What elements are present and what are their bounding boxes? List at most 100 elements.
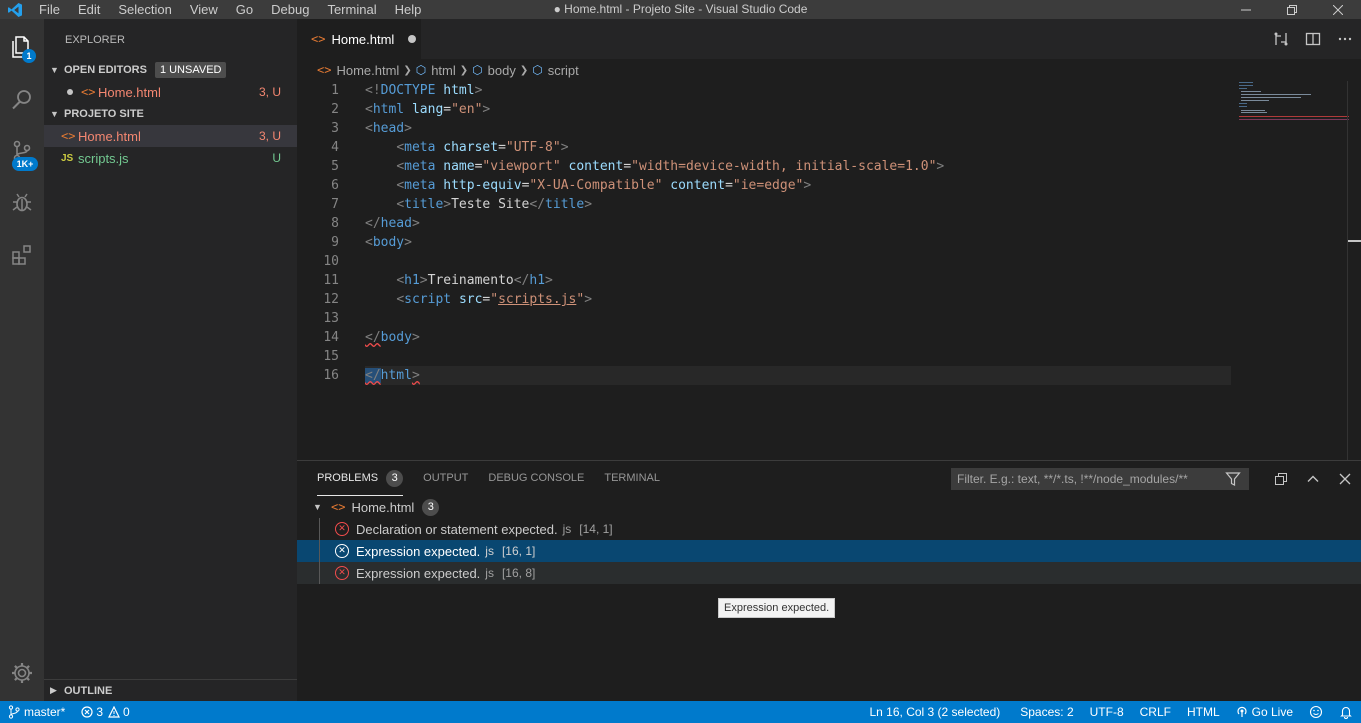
feedback-button[interactable] [1301,701,1331,723]
maximize-panel-button[interactable] [1297,472,1329,486]
language-mode[interactable]: HTML [1179,701,1228,723]
breadcrumb-body[interactable]: body [488,63,516,78]
split-editor-button[interactable] [1297,31,1329,47]
close-window-button[interactable] [1315,0,1361,19]
breadcrumb: <> Home.html ❯ ⬡ html ❯ ⬡ body ❯ ⬡ scrip… [297,59,1361,81]
code-line-14: </body> [365,330,420,345]
cursor-position[interactable]: Ln 16, Col 3 (2 selected) [862,701,1013,723]
editor-scrollbar[interactable] [1347,81,1361,460]
problem-item[interactable]: ✕ Expression expected. js [16, 8] [297,562,1361,584]
error-icon [81,706,93,718]
tab-debug-console[interactable]: DEBUG CONSOLE [488,461,584,496]
collapse-all-button[interactable] [1265,472,1297,486]
unsaved-dot-icon[interactable] [408,35,417,43]
chevron-right-icon: ❯ [403,64,412,76]
line-number: 3 [331,121,339,136]
breadcrumb-file[interactable]: Home.html [336,63,399,78]
debug-icon [12,193,32,212]
menu-terminal[interactable]: Terminal [318,0,385,19]
open-editor-home-html[interactable]: <> Home.html 3, U [44,81,297,103]
go-live-button[interactable]: Go Live [1228,701,1301,723]
file-status: 3, U [258,129,281,143]
eol-status[interactable]: CRLF [1132,701,1179,723]
error-icon: ✕ [335,566,349,580]
line-number: 2 [331,102,339,117]
open-changes-button[interactable] [1265,31,1297,47]
warning-count: 0 [123,705,130,719]
menu-go[interactable]: Go [227,0,262,19]
restore-button[interactable] [1269,0,1315,19]
problems-filter-input[interactable] [951,468,1249,490]
chevron-right-icon: ❯ [459,64,469,76]
branch-status[interactable]: master* [0,701,73,723]
symbol-icon: ⬡ [472,63,483,77]
outline-header[interactable]: ▶ OUTLINE [44,679,297,701]
line-number: 1 [331,83,339,98]
problem-message: Declaration or statement expected. [356,521,558,537]
chevron-up-icon [1307,475,1319,482]
menu-selection[interactable]: Selection [109,0,180,19]
problem-position: [14, 1] [579,522,613,536]
menu-file[interactable]: File [30,0,69,19]
tree-guide [319,562,320,584]
close-panel-button[interactable] [1329,473,1361,485]
menu-edit[interactable]: Edit [69,0,109,19]
problems-file-row[interactable]: ▼ <> Home.html 3 [297,496,1361,518]
scm-badge: 1K+ [12,157,38,171]
more-actions-button[interactable] [1329,31,1361,47]
problem-source: js [485,544,494,558]
code-area[interactable]: 1 2 3 4 5 6 7 8 9 10 11 12 13 14 15 16 <… [297,81,1231,460]
problems-file-count: 3 [422,498,440,516]
minimap[interactable] [1239,81,1349,121]
project-header[interactable]: ▼ PROJETO SITE [44,103,297,125]
tab-home-html[interactable]: <> Home.html [297,19,421,59]
current-line-highlight [365,366,1231,385]
file-home-html[interactable]: <> Home.html 3, U [44,125,297,147]
menu-view[interactable]: View [181,0,227,19]
manage-activity[interactable] [0,651,44,695]
explorer-badge: 1 [22,49,36,63]
smiley-icon [1309,705,1323,719]
menu-help[interactable]: Help [386,0,431,19]
branch-name: master* [24,705,66,719]
unsaved-badge: 1 UNSAVED [154,62,227,78]
problem-position: [16, 8] [501,566,536,580]
indentation-status[interactable]: Spaces: 2 [1012,701,1081,723]
line-number: 15 [323,349,339,364]
notifications-button[interactable] [1331,701,1361,723]
line-number: 12 [323,292,339,307]
line-number: 14 [323,330,339,345]
panel-actions [1265,461,1361,496]
tab-output[interactable]: OUTPUT [423,461,468,496]
breadcrumb-script[interactable]: script [548,63,579,78]
breadcrumb-html[interactable]: html [431,63,456,78]
code-line-12: <script src="scripts.js"> [396,292,593,307]
filter-icon[interactable] [1225,471,1241,487]
html-file-icon: <> [311,32,326,46]
title-bar: File Edit Selection View Go Debug Termin… [0,0,1361,19]
js-file-icon: JS [61,152,74,164]
menu-debug[interactable]: Debug [262,0,318,19]
problem-item-selected[interactable]: ✕ Expression expected. js [16, 1] [297,540,1361,562]
problem-item[interactable]: ✕ Declaration or statement expected. js … [297,518,1361,540]
error-count: 3 [96,705,104,719]
source-control-activity[interactable]: 1K+ [0,129,44,173]
code-line-1: <!DOCTYPE html> [365,83,483,98]
minimize-button[interactable] [1223,0,1269,19]
explorer-activity[interactable]: 1 [0,25,44,69]
tab-terminal[interactable]: TERMINAL [604,461,660,496]
encoding-status[interactable]: UTF-8 [1082,701,1132,723]
file-scripts-js[interactable]: JS scripts.js U [44,147,297,169]
minimize-icon [1241,9,1251,10]
activity-bar: 1 1K+ [0,19,44,701]
code-line-8: </head> [365,216,420,231]
extensions-activity[interactable] [0,233,44,277]
bottom-panel: PROBLEMS 3 OUTPUT DEBUG CONSOLE TERMINAL… [297,460,1361,701]
open-editors-header[interactable]: ▼ OPEN EDITORS 1 UNSAVED [44,59,297,81]
line-number: 16 [323,368,339,383]
debug-activity[interactable] [0,181,44,225]
problems-status[interactable]: 3 0 [73,701,137,723]
tab-problems[interactable]: PROBLEMS 3 [317,461,404,496]
extensions-icon [12,245,31,265]
search-activity[interactable] [0,77,44,121]
